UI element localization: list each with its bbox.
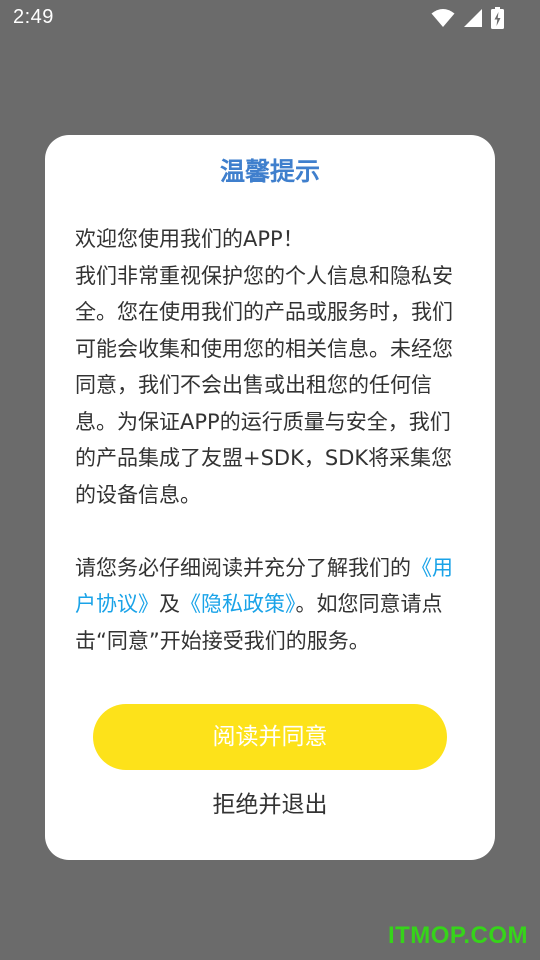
agreement-paragraph: 请您务必仔细阅读并充分了解我们的《用户协议》及《隐私政策》。如您同意请点击“同意… xyxy=(75,550,470,656)
dialog-title: 温馨提示 xyxy=(219,157,320,186)
status-bar: 2:49 xyxy=(0,0,540,36)
privacy-policy-link[interactable]: 《隐私政策》 xyxy=(180,592,296,616)
and-text: 及 xyxy=(159,592,180,616)
battery-charging-icon xyxy=(491,7,504,29)
privacy-dialog: 温馨提示 欢迎您使用我们的APP！ 我们非常重视保护您的个人信息和隐私安全。您在… xyxy=(45,135,495,860)
privacy-paragraph: 我们非常重视保护您的个人信息和隐私安全。您在使用我们的产品或服务时，我们可能会收… xyxy=(75,263,453,507)
wifi-icon xyxy=(431,8,455,28)
status-icons xyxy=(431,7,504,29)
agree-button[interactable]: 阅读并同意 xyxy=(93,704,447,770)
site-watermark: ITMOP.COM xyxy=(387,922,528,949)
status-time: 2:49 xyxy=(13,6,54,28)
dialog-body[interactable]: 欢迎您使用我们的APP！ 我们非常重视保护您的个人信息和隐私安全。您在使用我们的… xyxy=(75,221,470,655)
welcome-line: 欢迎您使用我们的APP！ xyxy=(75,227,304,251)
agreement-prefix: 请您务必仔细阅读并充分了解我们的 xyxy=(75,555,411,580)
reject-exit-button[interactable]: 拒绝并退出 xyxy=(45,785,495,825)
cellular-signal-icon xyxy=(463,8,483,28)
